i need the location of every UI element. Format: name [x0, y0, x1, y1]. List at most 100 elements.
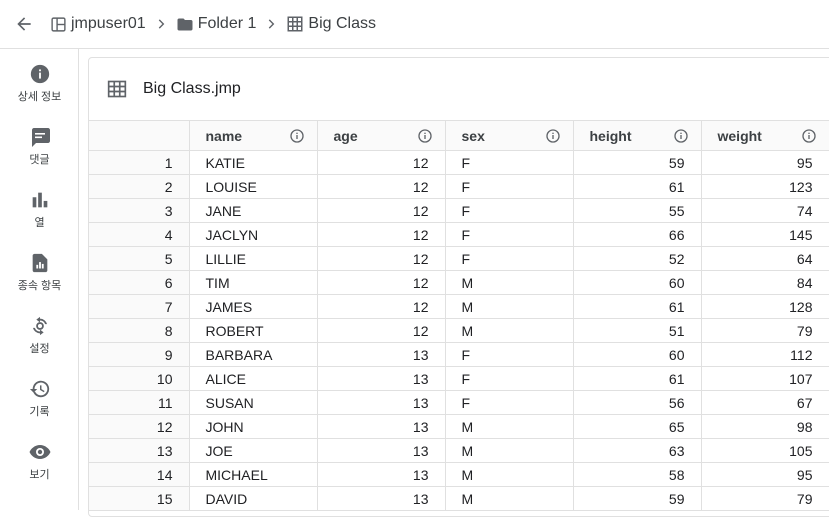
cell-sex[interactable]: M	[444, 270, 574, 295]
cell-height[interactable]: 61	[572, 366, 702, 391]
cell-sex[interactable]: F	[444, 174, 574, 199]
table-row[interactable]: 14 MICHAEL 13 M 58 95	[89, 462, 829, 487]
cell-height[interactable]: 52	[572, 246, 702, 271]
cell-sex[interactable]: F	[444, 390, 574, 415]
cell-weight[interactable]: 95	[700, 150, 829, 175]
back-arrow-icon[interactable]	[13, 13, 35, 35]
column-info-icon[interactable]	[673, 128, 689, 144]
cell-name[interactable]: ROBERT	[188, 318, 318, 343]
table-row[interactable]: 10 ALICE 13 F 61 107	[89, 366, 829, 391]
cell-age[interactable]: 12	[316, 198, 446, 223]
cell-sex[interactable]: M	[444, 438, 574, 463]
cell-name[interactable]: BARBARA	[188, 342, 318, 367]
column-header-height[interactable]: height	[572, 120, 702, 151]
cell-name[interactable]: JANE	[188, 198, 318, 223]
cell-sex[interactable]: M	[444, 318, 574, 343]
cell-height[interactable]: 56	[572, 390, 702, 415]
sidebar-item-comments[interactable]: 댓글	[0, 124, 79, 167]
cell-weight[interactable]: 79	[700, 486, 829, 511]
cell-weight[interactable]: 123	[700, 174, 829, 199]
cell-sex[interactable]: F	[444, 150, 574, 175]
breadcrumb-table[interactable]: Big Class	[286, 15, 376, 33]
cell-age[interactable]: 12	[316, 174, 446, 199]
cell-name[interactable]: LOUISE	[188, 174, 318, 199]
table-row[interactable]: 15 DAVID 13 M 59 79	[89, 486, 829, 511]
cell-height[interactable]: 59	[572, 150, 702, 175]
sidebar-item-dependencies[interactable]: 종속 항목	[0, 250, 79, 293]
cell-weight[interactable]: 74	[700, 198, 829, 223]
cell-height[interactable]: 66	[572, 222, 702, 247]
cell-height[interactable]: 61	[572, 294, 702, 319]
column-info-icon[interactable]	[289, 128, 305, 144]
cell-weight[interactable]: 95	[700, 462, 829, 487]
cell-sex[interactable]: F	[444, 366, 574, 391]
cell-sex[interactable]: M	[444, 414, 574, 439]
cell-height[interactable]: 58	[572, 462, 702, 487]
cell-age[interactable]: 13	[316, 438, 446, 463]
cell-age[interactable]: 12	[316, 150, 446, 175]
cell-height[interactable]: 55	[572, 198, 702, 223]
cell-height[interactable]: 61	[572, 174, 702, 199]
cell-age[interactable]: 12	[316, 246, 446, 271]
cell-name[interactable]: KATIE	[188, 150, 318, 175]
cell-weight[interactable]: 79	[700, 318, 829, 343]
cell-weight[interactable]: 67	[700, 390, 829, 415]
column-info-icon[interactable]	[801, 128, 817, 144]
cell-age[interactable]: 12	[316, 270, 446, 295]
sidebar-item-details[interactable]: 상세 정보	[0, 61, 79, 104]
cell-age[interactable]: 13	[316, 462, 446, 487]
cell-age[interactable]: 12	[316, 294, 446, 319]
column-info-icon[interactable]	[417, 128, 433, 144]
table-row[interactable]: 9 BARBARA 13 F 60 112	[89, 342, 829, 367]
cell-age[interactable]: 13	[316, 366, 446, 391]
table-row[interactable]: 8 ROBERT 12 M 51 79	[89, 318, 829, 343]
cell-weight[interactable]: 105	[700, 438, 829, 463]
cell-weight[interactable]: 145	[700, 222, 829, 247]
table-row[interactable]: 13 JOE 13 M 63 105	[89, 438, 829, 463]
cell-age[interactable]: 13	[316, 486, 446, 511]
cell-name[interactable]: MICHAEL	[188, 462, 318, 487]
table-row[interactable]: 5 LILLIE 12 F 52 64	[89, 246, 829, 271]
cell-weight[interactable]: 112	[700, 342, 829, 367]
cell-weight[interactable]: 107	[700, 366, 829, 391]
sidebar-item-settings[interactable]: 설정	[0, 313, 79, 356]
table-row[interactable]: 4 JACLYN 12 F 66 145	[89, 222, 829, 247]
cell-sex[interactable]: M	[444, 462, 574, 487]
cell-age[interactable]: 13	[316, 414, 446, 439]
cell-height[interactable]: 59	[572, 486, 702, 511]
cell-sex[interactable]: F	[444, 198, 574, 223]
cell-weight[interactable]: 98	[700, 414, 829, 439]
sidebar-item-columns[interactable]: 열	[0, 187, 79, 230]
cell-weight[interactable]: 64	[700, 246, 829, 271]
column-header-weight[interactable]: weight	[700, 120, 829, 151]
cell-sex[interactable]: F	[444, 222, 574, 247]
cell-name[interactable]: LILLIE	[188, 246, 318, 271]
cell-sex[interactable]: M	[444, 486, 574, 511]
cell-height[interactable]: 65	[572, 414, 702, 439]
sidebar-item-view[interactable]: 보기	[0, 439, 79, 482]
cell-name[interactable]: JOHN	[188, 414, 318, 439]
table-row[interactable]: 11 SUSAN 13 F 56 67	[89, 390, 829, 415]
cell-age[interactable]: 12	[316, 222, 446, 247]
cell-name[interactable]: JACLYN	[188, 222, 318, 247]
sidebar-item-history[interactable]: 기록	[0, 376, 79, 419]
cell-age[interactable]: 13	[316, 342, 446, 367]
cell-height[interactable]: 51	[572, 318, 702, 343]
table-row[interactable]: 6 TIM 12 M 60 84	[89, 270, 829, 295]
cell-weight[interactable]: 84	[700, 270, 829, 295]
cell-weight[interactable]: 128	[700, 294, 829, 319]
table-row[interactable]: 1 KATIE 12 F 59 95	[89, 150, 829, 175]
cell-height[interactable]: 60	[572, 342, 702, 367]
table-row[interactable]: 2 LOUISE 12 F 61 123	[89, 174, 829, 199]
breadcrumb-space[interactable]: jmpuser01	[49, 15, 146, 33]
table-row[interactable]: 7 JAMES 12 M 61 128	[89, 294, 829, 319]
cell-name[interactable]: ALICE	[188, 366, 318, 391]
cell-sex[interactable]: F	[444, 342, 574, 367]
column-header-name[interactable]: name	[188, 120, 318, 151]
column-header-age[interactable]: age	[316, 120, 446, 151]
cell-height[interactable]: 63	[572, 438, 702, 463]
column-header-sex[interactable]: sex	[444, 120, 574, 151]
cell-name[interactable]: TIM	[188, 270, 318, 295]
cell-height[interactable]: 60	[572, 270, 702, 295]
cell-name[interactable]: SUSAN	[188, 390, 318, 415]
